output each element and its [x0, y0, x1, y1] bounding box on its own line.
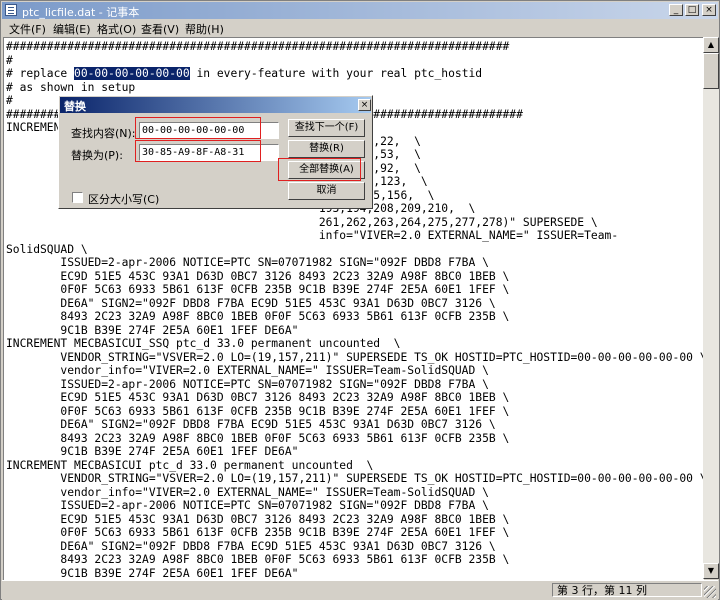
selected-text: 00-00-00-00-00-00: [74, 67, 190, 80]
dialog-close-button[interactable]: ×: [358, 99, 371, 111]
cancel-button[interactable]: 取消: [288, 182, 365, 200]
minimize-button[interactable]: _: [669, 4, 683, 16]
editor-line: 8493 2C23 32A9 A98F 8BC0 1BEB 0F0F 5C63 …: [6, 310, 510, 323]
menu-format[interactable]: 格式(O): [97, 21, 136, 37]
editor-line: ISSUED=2-apr-2006 NOTICE=PTC SN=07071982…: [6, 377, 489, 391]
editor-line: # replace 00-00-00-00-00-00 in every-fea…: [6, 67, 482, 80]
editor-line: 0F0F 5C63 6933 5B61 613F 0CFB 235B 9C1B …: [6, 283, 510, 296]
editor-line: INCREMENT MECBASICUI ptc_d 33.0 permanen…: [6, 458, 374, 472]
editor-line: INCREMENT MECBASICUI_SSQ ptc_d 33.0 perm…: [6, 337, 401, 350]
notepad-window: ptc_licfile.dat - 记事本 _ □ × 文件(F) 编辑(E) …: [0, 0, 720, 600]
editor-line: # as shown in setup: [6, 80, 136, 94]
editor-line-text: # replace: [6, 67, 75, 80]
editor-line: EC9D 51E5 453C 93A1 D63D 0BC7 3126 8493 …: [6, 512, 510, 526]
menu-edit[interactable]: 编辑(E): [53, 21, 91, 37]
editor-line: VENDOR_STRING="VSVER=2.0 LO=(19,157,211)…: [6, 472, 704, 485]
scroll-down-arrow-icon[interactable]: ▼: [703, 563, 719, 579]
replace-dialog: 替换 × 查找内容(N): 00-00-00-00-00-00 替换为(P): …: [58, 95, 373, 209]
status-bar: 第 3 行，第 11 列: [2, 580, 718, 600]
editor-line: ISSUED=2-apr-2006 NOTICE=PTC SN=07071982…: [6, 256, 489, 269]
editor-line: 9C1B B39E 274F 2E5A 60E1 1FEF DE6A": [6, 566, 299, 580]
editor-line: DE6A" SIGN2="092F DBD8 F7BA EC9D 51E5 45…: [6, 418, 496, 431]
editor-line: DE6A" SIGN2="092F DBD8 F7BA EC9D 51E5 45…: [6, 296, 496, 310]
menu-file[interactable]: 文件(F): [9, 21, 46, 37]
notepad-icon: [5, 4, 17, 16]
replace-button[interactable]: 替换(R): [288, 140, 365, 158]
editor-line: 8493 2C23 32A9 A98F 8BC0 1BEB 0F0F 5C63 …: [6, 553, 510, 566]
editor-line: 261,262,263,264,275,277,278)" SUPERSEDE …: [6, 215, 598, 229]
editor-line: 0F0F 5C63 6933 5B61 613F 0CFB 235B 9C1B …: [6, 526, 510, 539]
find-label: 查找内容(N):: [71, 127, 136, 140]
editor-line: ########################################…: [6, 40, 510, 53]
editor-line-text: in every-feature with your real ptc_host…: [189, 67, 483, 80]
editor-line: EC9D 51E5 453C 93A1 D63D 0BC7 3126 8493 …: [6, 269, 510, 283]
replace-label: 替换为(P):: [71, 149, 123, 162]
editor-line: 9C1B B39E 274F 2E5A 60E1 1FEF DE6A": [6, 445, 299, 458]
replace-all-button[interactable]: 全部替换(A): [288, 161, 365, 179]
menu-help[interactable]: 帮助(H): [185, 21, 224, 37]
menu-view[interactable]: 查看(V): [141, 21, 179, 37]
editor-line: vendor_info="VIVER=2.0 EXTERNAL_NAME=" I…: [6, 364, 489, 377]
menu-bar: 文件(F) 编辑(E) 格式(O) 查看(V) 帮助(H): [2, 19, 718, 36]
close-button[interactable]: ×: [702, 4, 716, 16]
match-case-label: 区分大小写(C): [88, 193, 160, 206]
vertical-scrollbar[interactable]: ▲ ▼: [703, 37, 719, 579]
editor-line: 0F0F 5C63 6933 5B61 613F 0CFB 235B 9C1B …: [6, 404, 510, 418]
editor-line: vendor_info="VIVER=2.0 EXTERNAL_NAME=" I…: [6, 485, 489, 499]
editor-line: info="VIVER=2.0 EXTERNAL_NAME=" ISSUER=T…: [6, 229, 619, 242]
editor-line: 9C1B B39E 274F 2E5A 60E1 1FEF DE6A": [6, 323, 299, 337]
editor-line: VENDOR_STRING="VSVER=2.0 LO=(19,157,211)…: [6, 350, 704, 364]
find-input[interactable]: 00-00-00-00-00-00: [139, 122, 279, 139]
scroll-thumb[interactable]: [703, 53, 719, 89]
window-title: ptc_licfile.dat - 记事本: [22, 6, 140, 19]
dialog-title-bar[interactable]: 替换 ×: [60, 97, 371, 113]
editor-line: SolidSQUAD \: [6, 242, 88, 256]
match-case-checkbox[interactable]: [72, 192, 83, 203]
find-next-button[interactable]: 查找下一个(F): [288, 119, 365, 137]
editor-line: #: [6, 94, 13, 107]
scroll-up-arrow-icon[interactable]: ▲: [703, 37, 719, 53]
title-bar[interactable]: ptc_licfile.dat - 记事本 _ □ ×: [2, 2, 718, 19]
maximize-button[interactable]: □: [685, 4, 699, 16]
editor-line: ISSUED=2-apr-2006 NOTICE=PTC SN=07071982…: [6, 499, 489, 512]
resize-grip-icon[interactable]: [704, 586, 716, 598]
cursor-position: 第 3 行，第 11 列: [552, 583, 702, 597]
editor-line: #: [6, 53, 13, 67]
editor-line: EC9D 51E5 453C 93A1 D63D 0BC7 3126 8493 …: [6, 391, 510, 404]
editor-line: DE6A" SIGN2="092F DBD8 F7BA EC9D 51E5 45…: [6, 539, 496, 553]
editor-line: 8493 2C23 32A9 A98F 8BC0 1BEB 0F0F 5C63 …: [6, 431, 510, 445]
dialog-title: 替换: [64, 100, 86, 113]
replace-input[interactable]: 30-85-A9-8F-A8-31: [139, 144, 279, 161]
